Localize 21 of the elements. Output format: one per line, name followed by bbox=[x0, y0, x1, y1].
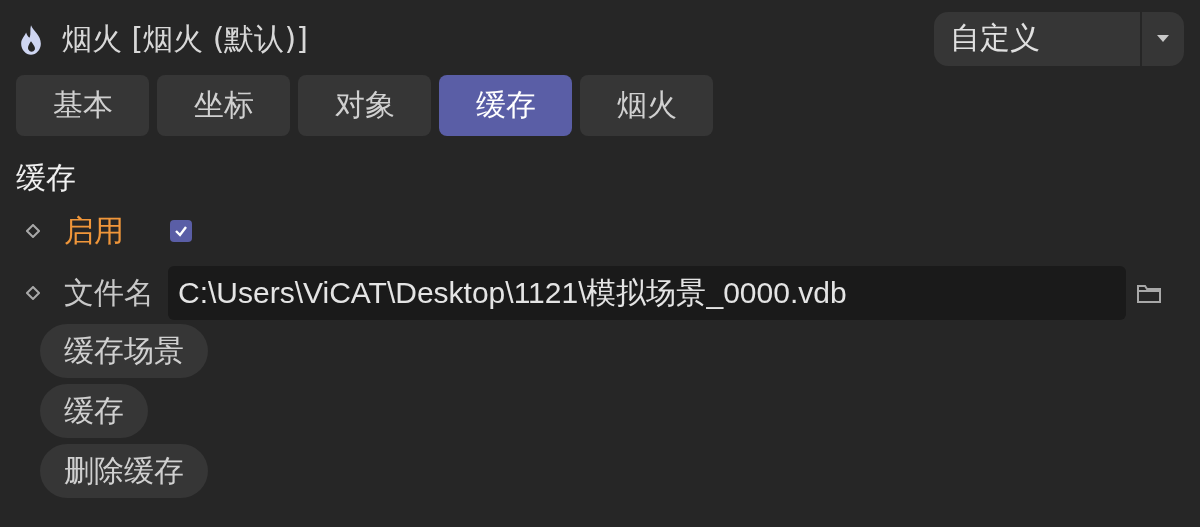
tab[interactable]: 坐标 bbox=[157, 75, 290, 136]
object-title: 烟火 [烟火 (默认)] bbox=[62, 20, 308, 58]
file-path-field[interactable]: C:\Users\ViCAT\Desktop\1121\模拟场景_0000.vdb bbox=[168, 266, 1126, 320]
tab[interactable]: 对象 bbox=[298, 75, 431, 136]
action-button[interactable]: 删除缓存 bbox=[40, 444, 208, 498]
action-button[interactable]: 缓存 bbox=[40, 384, 148, 438]
param-label: 文件名 bbox=[64, 273, 154, 312]
tab[interactable]: 基本 bbox=[16, 75, 149, 136]
param-label: 启用 bbox=[64, 211, 124, 250]
tab[interactable]: 烟火 bbox=[580, 75, 713, 136]
checkbox[interactable] bbox=[170, 220, 192, 242]
mode-dropdown[interactable]: 自定义 bbox=[934, 11, 1184, 66]
keyframe-diamond-icon[interactable] bbox=[26, 286, 40, 300]
section-title: 缓存 bbox=[16, 159, 77, 197]
action-button[interactable]: 缓存场景 bbox=[40, 324, 208, 378]
checkmark-icon bbox=[174, 224, 188, 238]
flame-icon bbox=[18, 23, 44, 56]
caret-icon bbox=[1157, 34, 1169, 43]
tab[interactable]: 缓存 bbox=[439, 75, 572, 136]
keyframe-diamond-icon[interactable] bbox=[26, 224, 40, 238]
folder-icon[interactable] bbox=[1136, 282, 1162, 304]
